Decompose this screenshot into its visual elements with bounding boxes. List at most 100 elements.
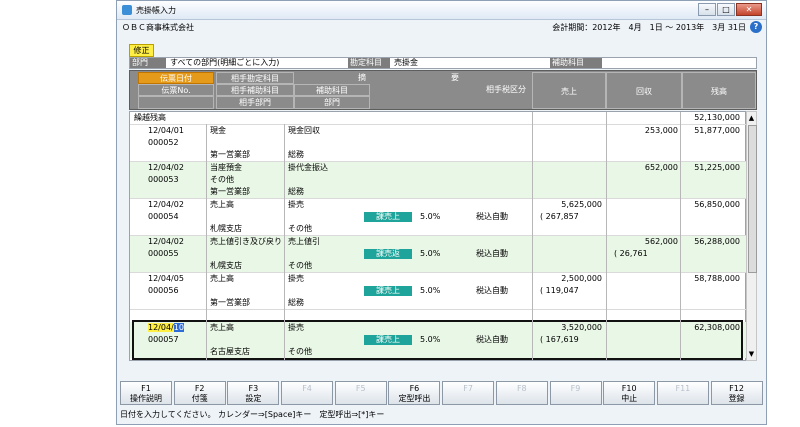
f10-button[interactable]: F10 中止 <box>603 381 656 405</box>
f4-button: F4 <box>281 381 334 405</box>
header-sales: 売上 <box>532 72 606 109</box>
entry-dept2[interactable]: 総務 <box>288 186 304 198</box>
entry-no[interactable]: 000052 <box>148 137 179 149</box>
tax-mode[interactable]: 税込自動 <box>476 248 508 260</box>
entry-summary[interactable]: 売上値引 <box>288 236 320 248</box>
header-date[interactable]: 伝票日付 <box>138 72 214 84</box>
company-bar: ＯＢＣ商事株式会社 会計期間：2012年 4月 1日 ～ 2013年 3月 31… <box>117 19 766 35</box>
table-row[interactable]: 12/04/02 売上高 掛売 5,625,000 56,850,000 <box>130 199 746 211</box>
maximize-button[interactable]: □ <box>717 3 735 16</box>
table-row[interactable]: 12/04/01 現金 現金回収 253,000 51,877,000 <box>130 125 746 137</box>
help-icon[interactable]: ? <box>750 21 762 33</box>
entry-sales[interactable]: 5,625,000 <box>532 199 602 211</box>
header-sub[interactable]: 補助科目 <box>294 84 370 96</box>
entry-account[interactable]: 売上値引き及び戻り <box>210 236 286 248</box>
entry-date[interactable]: 12/04/02 <box>148 162 184 174</box>
f3-button[interactable]: F3 設定 <box>227 381 280 405</box>
header-collection: 回収 <box>606 72 682 109</box>
header-no[interactable]: 伝票No. <box>138 84 214 96</box>
entry-balance: 58,788,000 <box>694 274 740 283</box>
header-contra-sub[interactable]: 相手補助科目 <box>216 84 294 96</box>
header-contra-account[interactable]: 相手勘定科目 <box>216 72 294 84</box>
vertical-scrollbar[interactable]: ▲ ▼ <box>746 111 757 361</box>
header-tax[interactable]: 相手税区分 <box>370 84 532 96</box>
account-field[interactable]: 売掛金 <box>394 58 544 68</box>
entry-date[interactable]: 12/04/05 <box>148 273 184 285</box>
entry-balance: 56,850,000 <box>694 200 740 209</box>
entry-dept[interactable]: 第一営業部 <box>210 297 250 309</box>
f2-button[interactable]: F2 付箋 <box>173 381 226 405</box>
dept-field[interactable]: すべての部門(明細ごとに入力) <box>170 58 345 68</box>
scroll-down-icon[interactable]: ▼ <box>747 349 756 359</box>
entry-summary[interactable]: 掛売 <box>288 273 304 285</box>
table-row[interactable]: 第一営業部 総務 <box>130 297 746 309</box>
account-label: 勘定科目 <box>348 58 390 68</box>
entry-collection[interactable]: 652,000 <box>606 162 678 174</box>
entry-summary[interactable]: 掛売 <box>288 199 304 211</box>
entry-account[interactable]: 現金 <box>210 125 226 137</box>
column-header: 伝票日付 伝票No. 相手勘定科目 相手補助科目 相手部門 摘 要 補助科目 部… <box>129 70 757 110</box>
entry-no[interactable]: 000055 <box>148 248 179 260</box>
entry-sub[interactable]: その他 <box>210 174 234 186</box>
entry-collection[interactable]: 562,000 <box>606 236 678 248</box>
table-row[interactable]: 000055 課売返 5.0% 税込自動 ( 26,761 <box>130 248 746 260</box>
entry-dept[interactable]: 第一営業部 <box>210 149 250 161</box>
f8-button: F8 <box>495 381 548 405</box>
table-row[interactable]: 第一営業部 総務 <box>130 186 746 198</box>
entry-date[interactable]: 12/04/02 <box>148 236 184 248</box>
table-row[interactable]: 000054 課売上 5.0% 税込自動 ( 267,857 <box>130 211 746 223</box>
entry-sales[interactable]: 2,500,000 <box>532 273 602 285</box>
table-row[interactable]: 札幌支店 その他 <box>130 260 746 272</box>
subaccount-field[interactable] <box>606 58 756 68</box>
entry-dept[interactable]: 札幌支店 <box>210 223 242 235</box>
app-icon <box>122 5 132 15</box>
table-row[interactable]: 000052 <box>130 137 746 149</box>
table-row[interactable]: 000056 課売上 5.0% 税込自動 ( 119,047 <box>130 285 746 297</box>
entry-dept2[interactable]: その他 <box>288 260 312 272</box>
tax-category-tag[interactable]: 課売返 <box>364 249 412 259</box>
entry-dept2[interactable]: 総務 <box>288 149 304 161</box>
tax-mode[interactable]: 税込自動 <box>476 211 508 223</box>
entry-dept2[interactable]: 総務 <box>288 297 304 309</box>
entry-summary[interactable]: 現金回収 <box>288 125 320 137</box>
f12-button[interactable]: F12 登録 <box>710 381 763 405</box>
scroll-thumb[interactable] <box>748 125 757 273</box>
close-button[interactable]: ✕ <box>736 3 762 16</box>
header-dept[interactable]: 部門 <box>294 96 370 109</box>
minimize-button[interactable]: – <box>698 3 716 16</box>
tax-rate[interactable]: 5.0% <box>420 211 440 223</box>
entry-no[interactable]: 000056 <box>148 285 179 297</box>
tax-rate[interactable]: 5.0% <box>420 248 440 260</box>
table-row[interactable]: 12/04/05 売上高 掛売 2,500,000 58,788,000 <box>130 273 746 285</box>
tax-category-tag[interactable]: 課売上 <box>364 286 412 296</box>
entry-dept[interactable]: 第一営業部 <box>210 186 250 198</box>
f6-button[interactable]: F6 定型呼出 <box>388 381 441 405</box>
company-name: ＯＢＣ商事株式会社 <box>122 23 194 32</box>
entry-dept[interactable]: 札幌支店 <box>210 260 242 272</box>
entry-no[interactable]: 000053 <box>148 174 179 186</box>
entry-no[interactable]: 000054 <box>148 211 179 223</box>
entry-account[interactable]: 売上高 <box>210 273 234 285</box>
entry-account[interactable]: 売上高 <box>210 199 234 211</box>
entry-date[interactable]: 12/04/01 <box>148 125 184 137</box>
tax-category-tag[interactable]: 課売上 <box>364 212 412 222</box>
entry-dept2[interactable]: その他 <box>288 223 312 235</box>
table-row[interactable]: 12/04/02 当座預金 掛代金振込 652,000 51,225,000 <box>130 162 746 174</box>
tax-mode[interactable]: 税込自動 <box>476 285 508 297</box>
entry-date[interactable]: 12/04/02 <box>148 199 184 211</box>
table-row[interactable]: 第一営業部 総務 <box>130 149 746 161</box>
entry-account[interactable]: 当座預金 <box>210 162 242 174</box>
tax-rate[interactable]: 5.0% <box>420 285 440 297</box>
entry-summary[interactable]: 掛代金振込 <box>288 162 328 174</box>
entry-collection[interactable]: 253,000 <box>606 125 678 137</box>
title-bar[interactable]: 売掛帳入力 – □ ✕ <box>117 1 766 20</box>
table-row[interactable]: 000053 その他 <box>130 174 746 186</box>
table-row[interactable]: 札幌支店 その他 <box>130 223 746 235</box>
carryover-balance: 52,130,000 <box>694 113 740 122</box>
scroll-up-icon[interactable]: ▲ <box>747 113 756 123</box>
f1-button[interactable]: F1 操作説明 <box>120 381 172 405</box>
header-blank <box>138 96 214 109</box>
header-contra-dept[interactable]: 相手部門 <box>216 96 294 109</box>
table-row[interactable]: 12/04/02 売上値引き及び戻り 売上値引 562,000 56,288,0… <box>130 236 746 248</box>
header-summary-a: 摘 <box>358 73 366 82</box>
